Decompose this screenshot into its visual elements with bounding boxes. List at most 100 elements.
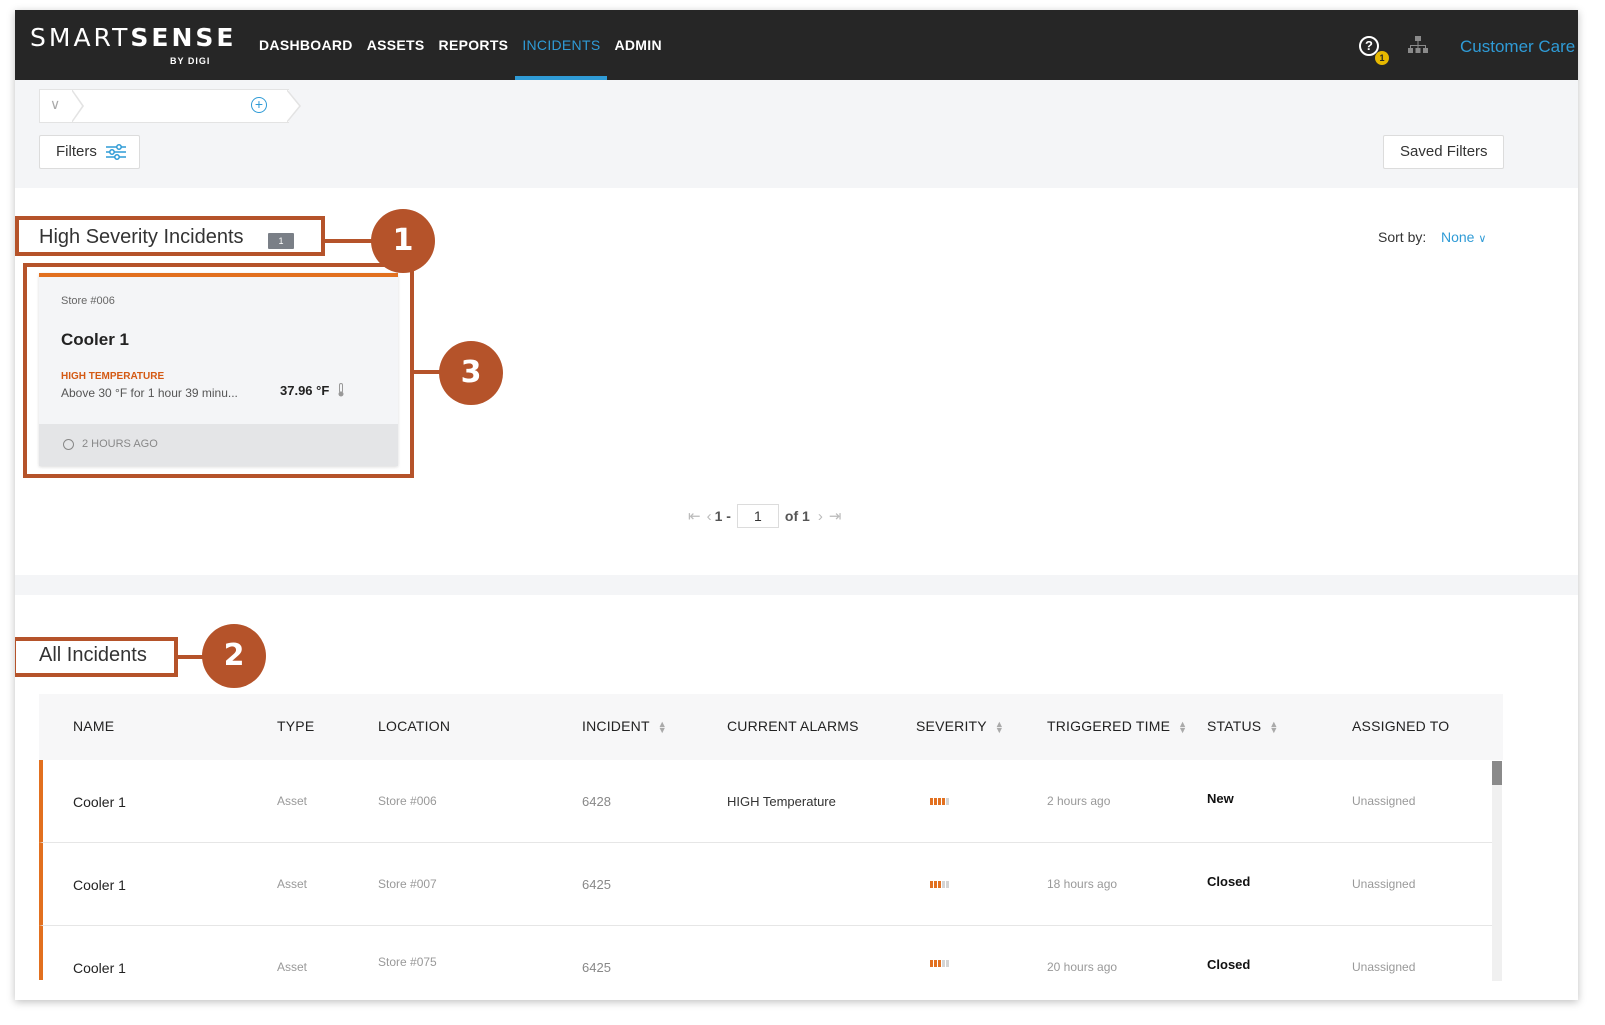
severity-indicator: [930, 798, 949, 805]
sort-arrows-icon[interactable]: ▲ ▼: [1269, 720, 1278, 735]
cell-incident: 6425: [582, 960, 611, 975]
sort-arrows-icon[interactable]: ▲ ▼: [995, 720, 1004, 735]
filter-bar: ∨ + Filters Saved Filters: [15, 80, 1578, 188]
column-header-type: TYPE: [277, 718, 314, 734]
location-breadcrumb[interactable]: ∨ +: [39, 89, 289, 123]
column-header-assigned-to: ASSIGNED TO: [1352, 718, 1449, 734]
table-row[interactable]: Cooler 1 Asset Store #006 6428 HIGH Temperat…: [39, 760, 1493, 843]
card-temperature: 37.96 °F: [280, 383, 330, 398]
callout-line-3: [414, 370, 442, 374]
prev-page-icon[interactable]: ‹: [707, 508, 712, 525]
cell-type: Asset: [277, 877, 308, 891]
cell-location: Store #075: [378, 955, 437, 969]
column-header-triggered-time[interactable]: TRIGGERED TIME ▲ ▼: [1047, 718, 1187, 735]
chevron-down-icon: ∨: [1478, 233, 1487, 245]
smartsense-logo[interactable]: SMARTSENSE BY DIGI: [30, 23, 237, 66]
logo-by-digi: BY DIGI: [170, 56, 211, 66]
cell-assigned: Unassigned: [1352, 877, 1416, 891]
next-page-icon[interactable]: ›: [818, 508, 823, 525]
cell-type: Asset: [277, 794, 308, 808]
all-incidents-title: All Incidents: [39, 644, 147, 666]
sliders-icon: [106, 144, 126, 160]
page-range: 1 -: [714, 508, 731, 524]
app-window: SMARTSENSE BY DIGI DASHBOARD ASSETS REPORT…: [15, 10, 1578, 1000]
chevron-down-icon[interactable]: ∨: [50, 96, 60, 113]
cell-location: Store #007: [378, 877, 437, 891]
column-header-severity[interactable]: SEVERITY ▲ ▼: [916, 718, 1004, 735]
table-scrollbar[interactable]: [1492, 761, 1502, 981]
severity-indicator: [930, 881, 949, 888]
cell-triggered: 18 hours ago: [1047, 877, 1118, 891]
first-page-icon[interactable]: ⇤: [688, 507, 701, 525]
nav-item-assets[interactable]: ASSETS: [360, 10, 432, 80]
column-header-location: LOCATION: [378, 718, 450, 734]
sort-arrows-icon[interactable]: ▲ ▼: [658, 720, 667, 735]
column-header-status[interactable]: STATUS ▲ ▼: [1207, 718, 1278, 735]
nav-item-reports[interactable]: REPORTS: [432, 10, 516, 80]
cell-triggered: 20 hours ago: [1047, 960, 1118, 974]
table-row[interactable]: Cooler 1 Asset Store #075 6425 20 hours ago C…: [39, 926, 1493, 980]
page-input[interactable]: 1: [736, 504, 779, 528]
table-row[interactable]: Cooler 1 Asset Store #007 6425 18 hours ago C…: [39, 843, 1493, 926]
cell-assigned: Unassigned: [1352, 794, 1416, 808]
breadcrumb-separator-fill: [71, 90, 82, 122]
callout-line-1: [325, 239, 373, 243]
high-severity-title: High Severity Incidents: [39, 226, 244, 248]
top-nav: SMARTSENSE BY DIGI DASHBOARD ASSETS REPORT…: [15, 10, 1578, 80]
column-label: LOCATION: [378, 718, 451, 734]
section-separator: [15, 575, 1578, 595]
column-header-name: NAME: [73, 718, 114, 734]
nav-item-admin[interactable]: ADMIN: [607, 10, 668, 80]
filters-label: Filters: [56, 143, 97, 160]
cell-incident: 6428: [582, 794, 611, 809]
column-label: CURRENT ALARMS: [727, 718, 859, 734]
column-label: INCIDENT: [582, 718, 650, 734]
scrollbar-thumb[interactable]: [1492, 761, 1502, 785]
cell-status: New: [1207, 791, 1234, 806]
cell-assigned: Unassigned: [1352, 960, 1416, 974]
notification-badge: 1: [1375, 51, 1389, 65]
org-chart-icon[interactable]: [1407, 34, 1429, 56]
column-header-current-alarms: CURRENT ALARMS: [727, 718, 859, 734]
saved-filters-button[interactable]: Saved Filters: [1383, 135, 1504, 169]
pagination: ⇤ ‹ 1 - 1 of 1 › ⇥: [685, 504, 844, 528]
cell-alarms: HIGH Temperature: [727, 794, 836, 809]
last-page-icon[interactable]: ⇥: [829, 507, 842, 525]
sort-by-dropdown[interactable]: None ∨: [1441, 229, 1486, 245]
cell-incident: 6425: [582, 877, 611, 892]
nav-item-dashboard[interactable]: DASHBOARD: [252, 10, 360, 80]
logo-smart: SMART: [30, 23, 131, 52]
cell-name: Cooler 1: [73, 960, 126, 976]
table-header: NAME TYPE LOCATION INCIDENT ▲ ▼ CURRENT ALARMS…: [39, 694, 1503, 760]
add-circle-icon[interactable]: +: [251, 97, 267, 113]
sort-by-label: Sort by:: [1378, 229, 1427, 245]
high-severity-count-badge: 1: [268, 233, 294, 249]
card-asset-name: Cooler 1: [61, 330, 130, 349]
severity-indicator: [930, 960, 949, 967]
cell-name: Cooler 1: [73, 794, 126, 810]
nav-item-incidents[interactable]: INCIDENTS: [515, 10, 608, 80]
customer-care-link[interactable]: Customer Care: [1460, 37, 1575, 57]
filters-button[interactable]: Filters: [39, 135, 140, 169]
callout-marker-2: 2: [202, 624, 266, 688]
cell-location: Store #006: [378, 794, 437, 808]
card-alarm-description: Above 30 °F for 1 hour 39 minu...: [61, 386, 238, 400]
card-store: Store #006: [61, 295, 115, 307]
incident-card[interactable]: Store #006 Cooler 1 HIGH TEMPERATURE Abo…: [39, 273, 398, 466]
cell-status: Closed: [1207, 957, 1251, 972]
column-label: NAME: [73, 718, 115, 734]
column-label: TYPE: [277, 718, 315, 734]
callout-marker-1: 1: [371, 209, 435, 273]
logo-sense: SENSE: [130, 23, 237, 52]
column-label: ASSIGNED TO: [1352, 718, 1450, 734]
cell-type: Asset: [277, 960, 308, 974]
column-header-incident[interactable]: INCIDENT ▲ ▼: [582, 718, 667, 735]
sort-by-value: None: [1441, 229, 1475, 245]
card-time-ago: 2 HOURS AGO: [82, 438, 158, 450]
page-total: of 1: [784, 508, 810, 524]
column-label: TRIGGERED TIME: [1047, 718, 1171, 734]
breadcrumb-end-fill: [286, 90, 299, 122]
column-label: SEVERITY: [916, 718, 987, 734]
sort-arrows-icon[interactable]: ▲ ▼: [1178, 720, 1187, 735]
main-nav: DASHBOARD ASSETS REPORTS INCIDENTS ADMIN: [252, 10, 669, 80]
